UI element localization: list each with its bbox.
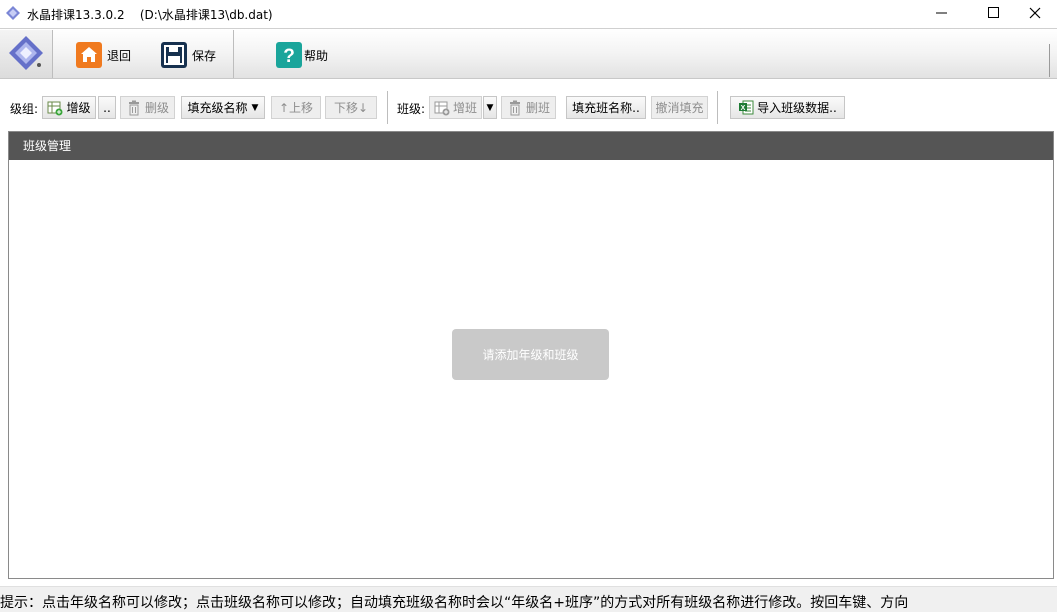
minimize-icon xyxy=(935,7,947,21)
close-icon xyxy=(1029,7,1041,22)
move-up-button[interactable]: ↑上移 xyxy=(271,96,321,119)
window-title: 水晶排课13.3.0.2 (D:\水晶排课13\db.dat) xyxy=(27,8,273,22)
title-bar: 水晶排课13.3.0.2 (D:\水晶排课13\db.dat) xyxy=(0,0,1057,28)
delete-class-label: 删班 xyxy=(525,101,550,115)
maximize-icon xyxy=(987,7,999,21)
add-grade-label: 增级 xyxy=(66,101,91,115)
status-bar: 提示：点击年级名称可以修改；点击班级名称可以修改；自动填充班级名称时会以“年级名… xyxy=(0,586,1057,612)
close-button[interactable] xyxy=(1012,0,1057,28)
fill-class-names-label: 填充班名称.. xyxy=(572,101,640,115)
app-window: 水晶排课13.3.0.2 (D:\水晶排课13\db.dat) 退回 保存 ? … xyxy=(0,0,1057,612)
trash-icon xyxy=(126,100,142,116)
grade-more-button[interactable]: .. xyxy=(98,96,116,119)
floppy-disk-icon xyxy=(161,42,187,68)
main-toolbar xyxy=(0,28,1057,79)
help-button[interactable]: ? 帮助 xyxy=(276,40,328,70)
dropdown-arrow-icon: ▼ xyxy=(486,102,494,113)
panel-title: 班级管理 xyxy=(9,132,1053,160)
back-label: 退回 xyxy=(107,48,132,63)
add-class-dropdown[interactable]: ▼ xyxy=(483,96,497,119)
move-down-label: 下移↓ xyxy=(333,101,369,115)
delete-class-button[interactable]: 删班 xyxy=(501,96,556,119)
dropdown-arrow-icon: ▼ xyxy=(251,102,259,113)
grid-add-icon xyxy=(434,100,450,116)
add-class-label: 增班 xyxy=(452,101,477,115)
grade-label: 级组: xyxy=(10,102,39,116)
cancel-fill-button[interactable]: 撤消填充 xyxy=(651,96,708,119)
back-button[interactable]: 退回 xyxy=(76,40,131,70)
home-icon xyxy=(76,42,102,68)
help-label: 帮助 xyxy=(304,48,329,63)
grid-add-icon xyxy=(47,100,63,116)
maximize-button[interactable] xyxy=(970,0,1016,28)
class-label: 班级: xyxy=(397,102,426,116)
app-logo[interactable] xyxy=(0,30,53,78)
cancel-fill-label: 撤消填充 xyxy=(655,101,704,115)
delete-grade-button[interactable]: 删级 xyxy=(120,96,175,119)
toolbar-separator xyxy=(717,91,718,124)
move-down-button[interactable]: 下移↓ xyxy=(325,96,377,119)
empty-state-message: 请添加年级和班级 xyxy=(452,329,609,380)
app-diamond-icon xyxy=(6,6,20,20)
toolbar-separator xyxy=(387,91,388,124)
import-class-data-button[interactable]: X 导入班级数据.. xyxy=(730,96,845,119)
status-hint: 提示：点击年级名称可以修改；点击班级名称可以修改；自动填充班级名称时会以“年级名… xyxy=(0,595,909,611)
delete-grade-label: 删级 xyxy=(144,101,169,115)
move-up-label: ↑上移 xyxy=(278,101,314,115)
fill-class-names-button[interactable]: 填充班名称.. xyxy=(566,96,646,119)
trash-icon xyxy=(507,100,523,116)
add-grade-button[interactable]: 增级 xyxy=(42,96,96,119)
minimize-button[interactable] xyxy=(918,0,964,28)
import-class-data-label: 导入班级数据.. xyxy=(757,101,837,115)
excel-icon: X xyxy=(738,100,754,116)
crystal-logo-icon xyxy=(6,34,46,75)
save-label: 保存 xyxy=(192,48,217,63)
toolbar-divider xyxy=(1049,44,1050,77)
grade-more-label: .. xyxy=(103,100,111,115)
save-button[interactable]: 保存 xyxy=(161,40,216,70)
svg-text:?: ? xyxy=(283,46,295,67)
fill-grade-names-dropdown[interactable]: 填充级名称 ▼ xyxy=(181,96,265,119)
add-class-button[interactable]: 增班 xyxy=(429,96,482,119)
question-mark-icon: ? xyxy=(276,42,302,68)
fill-grade-names-label: 填充级名称 xyxy=(187,101,248,115)
class-management-panel: 班级管理 请添加年级和班级 xyxy=(8,131,1054,579)
svg-text:X: X xyxy=(741,105,746,112)
